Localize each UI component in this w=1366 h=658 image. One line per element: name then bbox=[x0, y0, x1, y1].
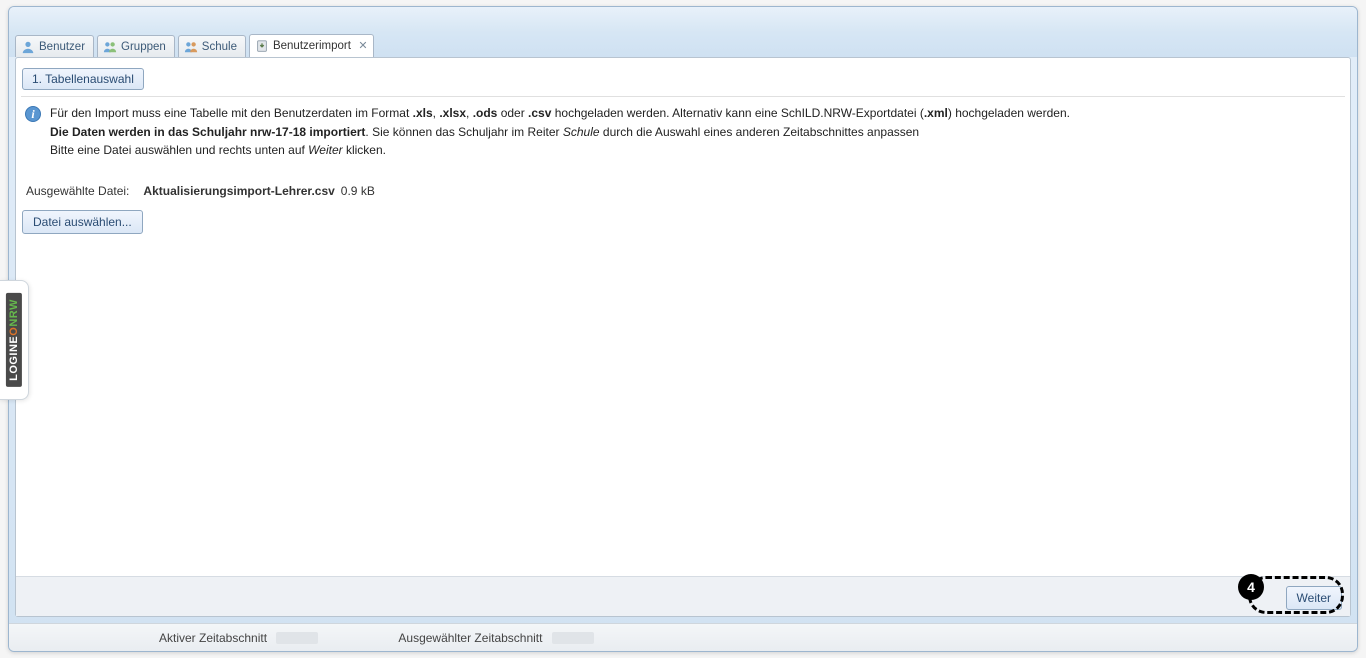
status-active: Aktiver Zeitabschnitt bbox=[159, 631, 318, 645]
person-icon bbox=[21, 40, 35, 54]
people-icon bbox=[103, 40, 117, 54]
logineo-label: LOGINEONRW bbox=[6, 293, 22, 387]
tab-label: Gruppen bbox=[121, 41, 166, 53]
tab-schule[interactable]: Schule bbox=[178, 35, 246, 57]
divider bbox=[21, 96, 1345, 97]
choose-file-button[interactable]: Datei auswählen... bbox=[22, 210, 143, 234]
app-window: Benutzer Gruppen Schule Benutzerimport ✕… bbox=[8, 6, 1358, 652]
status-selected-value bbox=[552, 632, 594, 644]
close-icon[interactable]: ✕ bbox=[357, 40, 369, 52]
annotation-badge: 4 bbox=[1238, 574, 1264, 600]
info-text: Für den Import muss eine Tabelle mit den… bbox=[50, 104, 1070, 160]
status-active-value bbox=[276, 632, 318, 644]
info-icon: i bbox=[24, 105, 42, 123]
info-block: i Für den Import muss eine Tabelle mit d… bbox=[24, 104, 1070, 160]
tab-bar: Benutzer Gruppen Schule Benutzerimport ✕ bbox=[9, 33, 1357, 57]
next-button[interactable]: Weiter bbox=[1286, 586, 1342, 610]
content-panel: 1. Tabellenauswahl i Für den Import muss… bbox=[15, 57, 1351, 617]
import-icon bbox=[255, 39, 269, 53]
header-strip bbox=[9, 7, 1357, 33]
status-selected: Ausgewählter Zeitabschnitt bbox=[398, 631, 593, 645]
tab-gruppen[interactable]: Gruppen bbox=[97, 35, 175, 57]
selected-file-name: Aktualisierungsimport-Lehrer.csv bbox=[143, 184, 334, 198]
tab-benutzer[interactable]: Benutzer bbox=[15, 35, 94, 57]
status-bar: Aktiver Zeitabschnitt Ausgewählter Zeita… bbox=[9, 623, 1357, 651]
people-icon bbox=[184, 40, 198, 54]
selected-file-row: Ausgewählte Datei: Aktualisierungsimport… bbox=[26, 184, 375, 198]
logineo-side-tab[interactable]: LOGINEONRW bbox=[0, 280, 29, 400]
selected-file-label: Ausgewählte Datei: bbox=[26, 184, 129, 198]
action-bar: 4 Weiter bbox=[16, 576, 1350, 616]
step-badge[interactable]: 1. Tabellenauswahl bbox=[22, 68, 144, 90]
tab-label: Schule bbox=[202, 41, 237, 53]
tab-benutzerimport[interactable]: Benutzerimport ✕ bbox=[249, 34, 374, 57]
tab-label: Benutzerimport bbox=[273, 40, 351, 52]
selected-file-size: 0.9 kB bbox=[341, 184, 375, 198]
tab-label: Benutzer bbox=[39, 41, 85, 53]
